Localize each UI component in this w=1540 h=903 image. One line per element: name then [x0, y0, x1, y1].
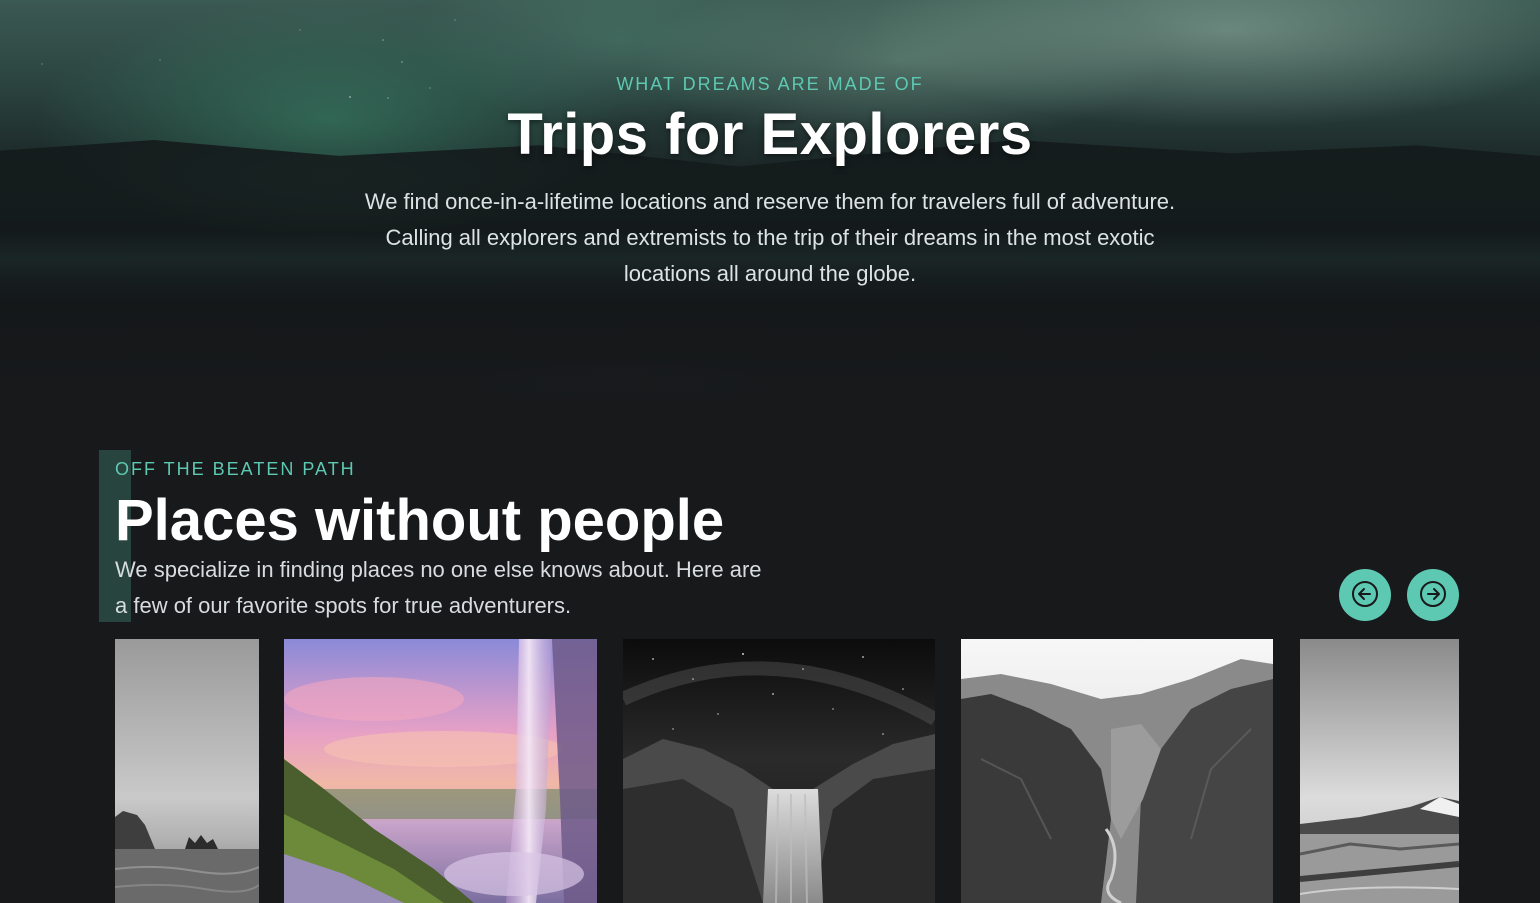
- destination-card[interactable]: [115, 639, 259, 903]
- places-section: OFF THE BEATEN PATH Places without peopl…: [0, 405, 1540, 903]
- hero-banner: WHAT DREAMS ARE MADE OF Trips for Explor…: [0, 0, 1540, 405]
- waterfall-night-sky-photo: [623, 639, 935, 903]
- sea-stacks-coast-photo: [115, 639, 259, 903]
- destination-card[interactable]: [284, 639, 597, 903]
- hero-eyebrow: WHAT DREAMS ARE MADE OF: [616, 74, 924, 94]
- arrow-right-circle-icon: [1418, 579, 1448, 612]
- coastal-road-mountain-photo: [1300, 639, 1459, 903]
- section-description: We specialize in finding places no one e…: [115, 557, 762, 618]
- carousel-next-button[interactable]: [1407, 569, 1459, 621]
- arrow-left-circle-icon: [1350, 579, 1380, 612]
- destination-card[interactable]: [1300, 639, 1459, 903]
- hero-content: WHAT DREAMS ARE MADE OF Trips for Explor…: [0, 74, 1540, 292]
- section-eyebrow: OFF THE BEATEN PATH: [115, 459, 356, 479]
- destination-card[interactable]: [961, 639, 1273, 903]
- hero-title: Trips for Explorers: [507, 102, 1033, 167]
- carousel-prev-button[interactable]: [1339, 569, 1391, 621]
- destination-card[interactable]: [623, 639, 935, 903]
- canyon-photo: [961, 639, 1273, 903]
- hero-description: We find once-in-a-lifetime locations and…: [364, 189, 1176, 286]
- carousel-track: [115, 639, 1459, 903]
- section-title: Places without people: [115, 488, 725, 553]
- waterfall-sunset-photo: [284, 639, 597, 903]
